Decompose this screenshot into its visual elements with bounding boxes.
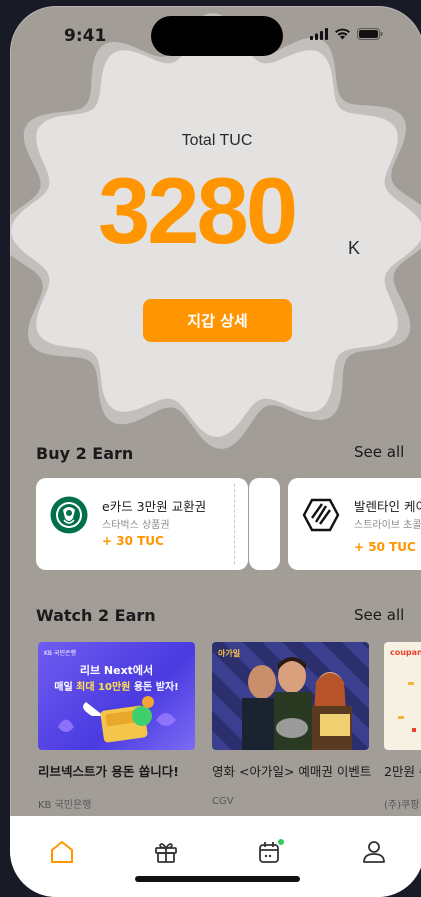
- coupon-card-strive[interactable]: 발렌타인 케이 스트라이브 초콜 + 50 TUC: [288, 478, 421, 570]
- coupon-title: 발렌타인 케이: [354, 499, 421, 514]
- video-thumbnail-cgv: 아가일: [212, 642, 369, 750]
- video-thumbnail-coupang: coupang: [384, 642, 421, 750]
- coupon-reward: + 50 TUC: [354, 540, 416, 554]
- coupon-subtitle: 스트라이브 초콜: [354, 520, 421, 531]
- total-tuc-unit: K: [348, 238, 361, 258]
- movie-poster-illustration: [242, 657, 352, 750]
- buy2earn-see-all-link[interactable]: See all: [354, 443, 404, 461]
- total-tuc-amount: 3280: [98, 158, 298, 263]
- video-title: 영화 <아가일> 예매권 이벤트: [212, 764, 372, 779]
- video-card-kb[interactable]: KB 국민은행 리브 Next에서 매일 최대 10만원 용돈 받자! 리브넥스…: [38, 642, 195, 780]
- coupon-perforation: [234, 484, 235, 564]
- signal-icon: [310, 28, 328, 40]
- video-card-cgv[interactable]: 아가일 영화 <아가일> 예매권 이벤트: [212, 642, 372, 780]
- coupon-subtitle: 스타벅스 상품권: [102, 520, 170, 531]
- total-tuc-label: Total TUC: [181, 132, 253, 149]
- video-source: CGV: [212, 796, 234, 807]
- tab-calendar[interactable]: [256, 838, 284, 866]
- video-thumbnail-kb: KB 국민은행 리브 Next에서 매일 최대 10만원 용돈 받자!: [38, 642, 195, 750]
- status-icons: [310, 28, 383, 40]
- video-title: 2만원 쿠: [384, 764, 421, 779]
- home-icon: [51, 841, 73, 863]
- profile-icon: [363, 841, 385, 863]
- dynamic-island: [151, 16, 283, 56]
- strive-logo-icon: [302, 498, 340, 532]
- wallet-detail-button[interactable]: 지갑 상세: [143, 299, 292, 342]
- starbucks-logo-icon: [50, 496, 88, 534]
- video-card-coupang[interactable]: coupang 2만원 쿠: [384, 642, 421, 780]
- wifi-icon: [335, 28, 350, 40]
- bottom-tab-bar: [10, 816, 421, 897]
- tab-profile[interactable]: [360, 838, 388, 866]
- hero-section: Total TUC 3280 K 지갑 상세: [10, 6, 421, 456]
- video-source: (주)쿠팡: [384, 800, 420, 811]
- home-indicator: [135, 876, 300, 882]
- watch2earn-title: Watch 2 Earn: [36, 606, 156, 625]
- video-source: KB 국민은행: [38, 800, 92, 811]
- battery-icon: [357, 28, 383, 40]
- calendar-icon: [259, 839, 284, 863]
- video-title: 리브넥스트가 용돈 쏩니다!: [38, 764, 179, 779]
- status-bar: 9:41: [10, 6, 421, 66]
- coupang-banner-illustration: [398, 682, 416, 732]
- kb-banner-illustration: [58, 696, 176, 743]
- status-time: 9:41: [64, 26, 107, 46]
- calendar-badge-dot: [278, 839, 284, 845]
- buy2earn-title: Buy 2 Earn: [36, 444, 134, 463]
- phone-screen: Total TUC 3280 K 지갑 상세 9:41 Buy 2 Earn S…: [10, 6, 421, 897]
- coupon-reward: + 30 TUC: [102, 534, 164, 548]
- coupon-card-starbucks[interactable]: e카드 3만원 교환권 스타벅스 상품권 + 30 TUC: [36, 478, 248, 570]
- watch2earn-see-all-link[interactable]: See all: [354, 606, 404, 624]
- tab-home[interactable]: [48, 838, 76, 866]
- gift-icon: [155, 843, 177, 863]
- coupon-title: e카드 3만원 교환권: [102, 499, 207, 514]
- tab-gift[interactable]: [152, 838, 180, 866]
- coupon-stub: [249, 478, 280, 570]
